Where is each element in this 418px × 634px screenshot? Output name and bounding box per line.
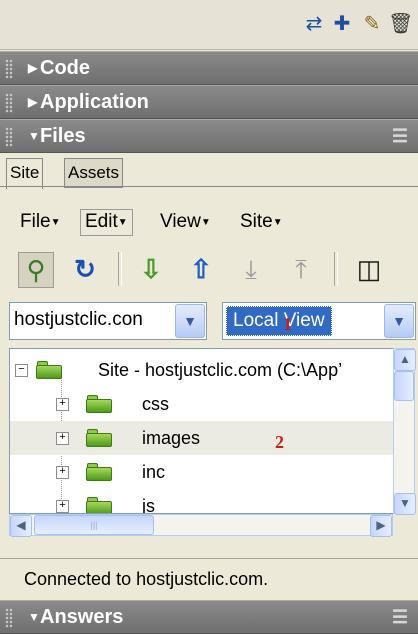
- files-panel-title: Files: [40, 125, 86, 147]
- chevron-down-icon[interactable]: ▼: [384, 304, 414, 338]
- menu-edit[interactable]: Edit▼: [80, 209, 133, 236]
- scroll-right-icon[interactable]: ▶: [370, 515, 392, 537]
- view-select[interactable]: Local View ▼: [222, 302, 416, 340]
- expand-panel-icon[interactable]: ◫: [352, 252, 386, 286]
- folder-icon: [36, 361, 62, 379]
- grip-icon[interactable]: [5, 608, 13, 628]
- edit-icon[interactable]: ✎: [360, 12, 384, 36]
- folder-icon: [86, 395, 112, 413]
- folder-label: inc: [142, 462, 166, 482]
- folder-label: js: [142, 496, 155, 514]
- menu-site-label: Site: [240, 211, 273, 232]
- view-select-value: Local View: [226, 306, 332, 336]
- tree-folder-inc[interactable]: + inc: [10, 455, 393, 489]
- collapse-icon[interactable]: −: [15, 364, 28, 377]
- top-toolbar: ⇄ ✚ ✎ 🗑: [0, 0, 418, 50]
- delete-icon[interactable]: 🗑: [388, 12, 413, 36]
- tree-folder-js[interactable]: + js: [10, 489, 393, 514]
- files-panel-header[interactable]: ▼ Files ☰: [0, 119, 418, 153]
- scroll-thumb[interactable]: [394, 371, 414, 401]
- tree-root-row[interactable]: − Site - hostjustclic.com (C:\App’: [10, 353, 393, 387]
- panel-options-icon[interactable]: ☰: [392, 120, 408, 153]
- code-panel-header[interactable]: ▶ Code: [0, 51, 418, 85]
- site-select[interactable]: hostjustclic.con ▼: [9, 302, 207, 340]
- folder-icon: [86, 429, 112, 447]
- scroll-left-icon[interactable]: ◀: [10, 515, 32, 537]
- annotation-2: 2: [275, 432, 284, 452]
- status-divider: [0, 558, 418, 559]
- scroll-thumb[interactable]: |||: [34, 515, 154, 535]
- folder-icon: [86, 463, 112, 481]
- code-panel-title: Code: [40, 57, 90, 79]
- new-file-icon[interactable]: ✚: [330, 12, 354, 36]
- grip-icon[interactable]: [5, 59, 13, 79]
- answers-panel-title: Answers: [40, 606, 124, 628]
- connect-icon[interactable]: ⇄: [302, 12, 326, 36]
- refresh-icon[interactable]: ↻: [68, 252, 102, 286]
- tab-divider: [0, 186, 418, 187]
- menu-view-label: View: [160, 211, 201, 232]
- tree-folder-images[interactable]: + images 2: [10, 421, 393, 455]
- panel-options-icon[interactable]: ☰: [392, 601, 408, 634]
- chevron-down-icon[interactable]: ▼: [175, 304, 205, 338]
- application-panel-header[interactable]: ▶ Application: [0, 85, 418, 119]
- check-out-icon[interactable]: ⤓: [234, 252, 268, 286]
- status-bar: Connected to hostjustclic.com.: [0, 560, 418, 598]
- application-panel-title: Application: [40, 91, 149, 113]
- file-tree[interactable]: − Site - hostjustclic.com (C:\App’ + css…: [9, 348, 393, 514]
- tab-site[interactable]: Site: [6, 158, 44, 189]
- expand-icon[interactable]: +: [56, 432, 69, 445]
- tree-root-label: Site - hostjustclic.com (C:\App’: [98, 360, 343, 380]
- scroll-down-icon[interactable]: ▼: [394, 493, 416, 515]
- expand-icon[interactable]: +: [56, 398, 69, 411]
- folder-icon: [86, 497, 112, 513]
- annotation-1: 1: [283, 314, 292, 334]
- scroll-up-icon[interactable]: ▲: [394, 349, 416, 371]
- put-files-icon[interactable]: ⇧: [184, 252, 218, 286]
- expanded-arrow-icon: ▼: [28, 129, 40, 143]
- toolbar-separator: [334, 252, 338, 286]
- grip-icon[interactable]: [5, 127, 13, 147]
- get-files-icon[interactable]: ⇩: [134, 252, 168, 286]
- folder-label: images: [142, 428, 201, 448]
- connect-remote-icon[interactable]: ⚲: [18, 252, 54, 288]
- horizontal-scrollbar[interactable]: ◀ ||| ▶: [9, 514, 393, 537]
- tab-assets[interactable]: Assets: [64, 158, 124, 188]
- vertical-scrollbar[interactable]: ▲ ▼: [393, 348, 416, 515]
- check-in-icon[interactable]: ⤒: [284, 252, 318, 286]
- menu-file-label: File: [20, 211, 51, 232]
- menu-file[interactable]: File▼: [20, 210, 61, 235]
- answers-panel-header[interactable]: ▼ Answers ☰: [0, 600, 418, 634]
- collapsed-arrow-icon: ▶: [28, 95, 38, 109]
- status-text: Connected to hostjustclic.com.: [24, 569, 269, 589]
- expand-icon[interactable]: +: [56, 500, 69, 513]
- tree-folder-css[interactable]: + css: [10, 387, 393, 421]
- menu-edit-label: Edit: [85, 211, 118, 232]
- collapsed-arrow-icon: ▶: [28, 61, 38, 75]
- toolbar-separator: [118, 252, 122, 286]
- folder-label: css: [142, 394, 169, 414]
- grip-icon[interactable]: [5, 93, 13, 113]
- site-select-value: hostjustclic.con: [14, 309, 143, 330]
- expand-icon[interactable]: +: [56, 466, 69, 479]
- menu-site[interactable]: Site▼: [240, 210, 283, 235]
- expanded-arrow-icon: ▼: [28, 610, 40, 624]
- menu-view[interactable]: View▼: [160, 210, 211, 235]
